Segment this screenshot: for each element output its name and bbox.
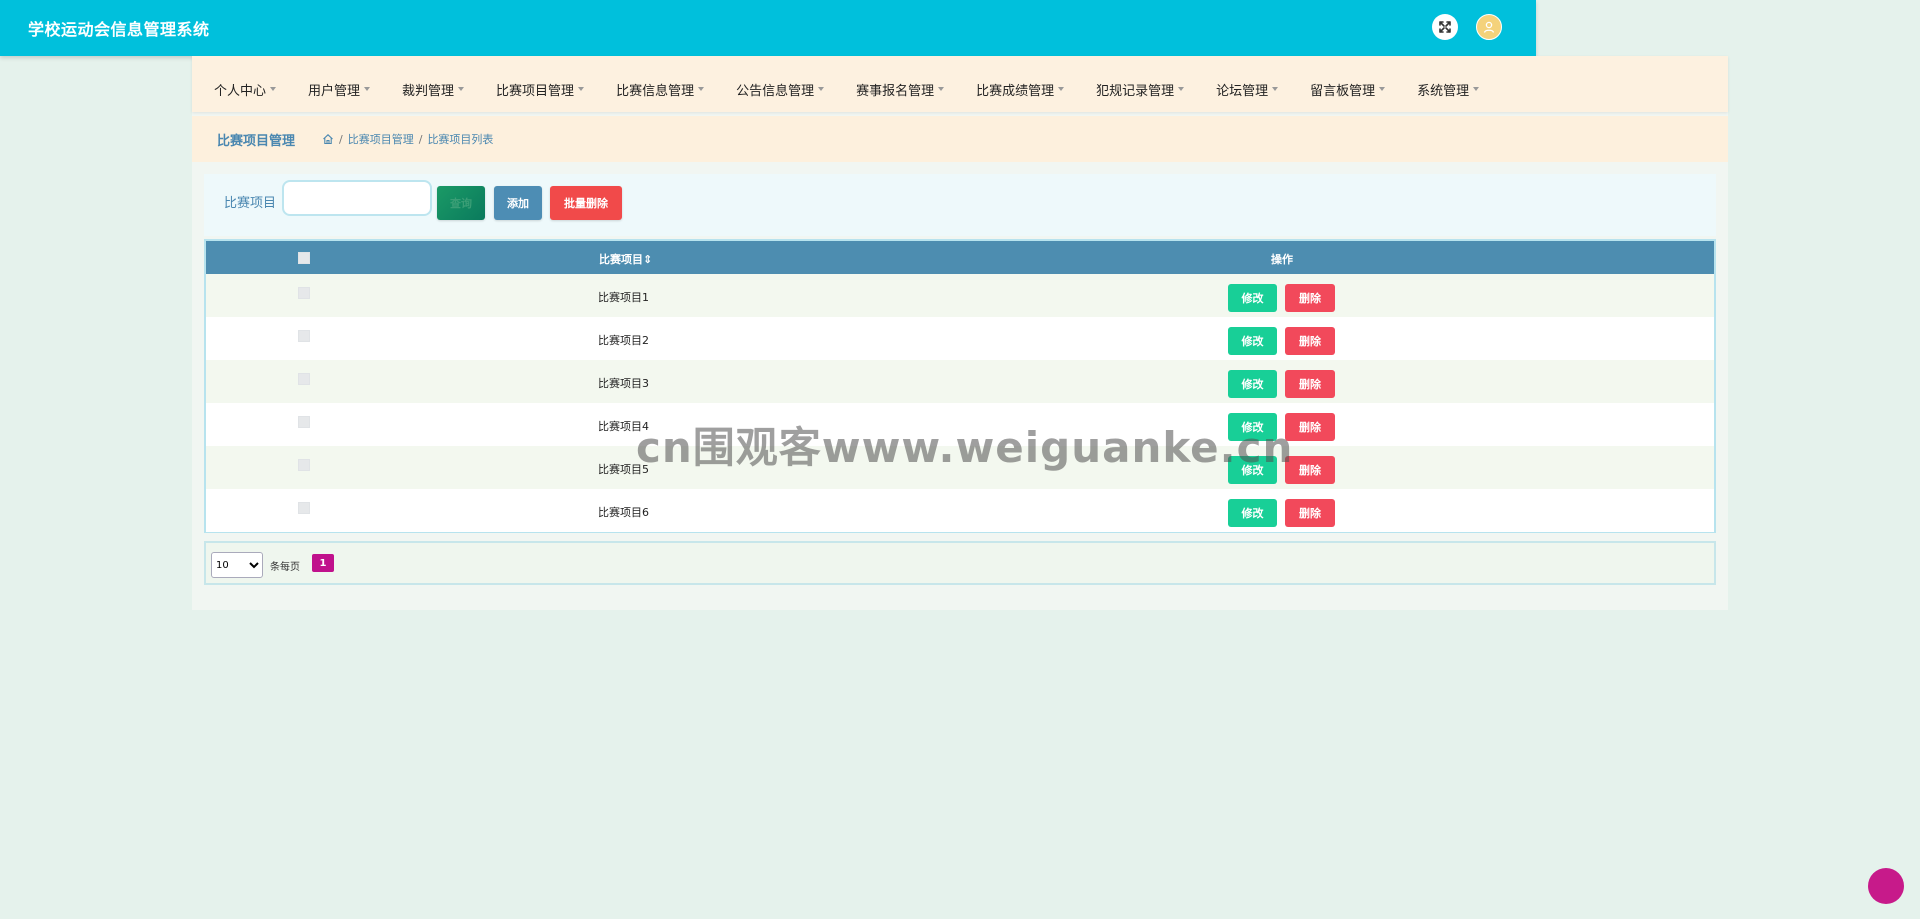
- nav-item-label: 个人中心: [214, 83, 267, 99]
- nav-item-user-management[interactable]: 用户管理: [308, 70, 371, 99]
- caret-down-icon: [1473, 87, 1480, 91]
- caret-down-icon: [578, 87, 585, 91]
- nav-item-label: 论坛管理: [1216, 83, 1269, 99]
- search-bar: 比赛项目 查询 添加 批量删除: [204, 174, 1716, 236]
- page-size-select[interactable]: 10: [211, 552, 263, 578]
- table-row: 比赛项目1 修改 删除: [206, 274, 1714, 317]
- floating-action-button[interactable]: [1868, 868, 1904, 904]
- batch-delete-button[interactable]: 批量删除: [550, 186, 622, 220]
- event-name-cell: 比赛项目1: [598, 291, 649, 304]
- delete-button[interactable]: 删除: [1285, 327, 1335, 355]
- nav-item-message-board-management[interactable]: 留言板管理: [1310, 70, 1386, 99]
- fullscreen-button[interactable]: [1432, 14, 1458, 40]
- edit-button[interactable]: 修改: [1228, 499, 1277, 527]
- page-number-current[interactable]: 1: [312, 554, 334, 572]
- delete-button[interactable]: 删除: [1285, 499, 1335, 527]
- edit-button[interactable]: 修改: [1228, 327, 1277, 355]
- breadcrumb-separator: /: [339, 132, 343, 146]
- column-header-name[interactable]: 比赛项目⇕: [599, 251, 652, 267]
- nav-item-label: 犯规记录管理: [1096, 83, 1175, 99]
- user-avatar[interactable]: [1476, 14, 1502, 40]
- column-header-label: 比赛项目: [599, 253, 643, 266]
- event-name-cell: 比赛项目3: [598, 377, 649, 390]
- table-header: 比赛项目⇕ 操作: [206, 241, 1714, 274]
- nav-item-label: 赛事报名管理: [856, 83, 935, 99]
- nav-item-label: 比赛成绩管理: [976, 83, 1055, 99]
- caret-down-icon: [364, 87, 371, 91]
- breadcrumb-separator: /: [418, 132, 423, 146]
- edit-button[interactable]: 修改: [1228, 284, 1277, 312]
- nav-item-label: 比赛项目管理: [496, 83, 575, 99]
- nav-item-score-management[interactable]: 比赛成绩管理: [976, 70, 1065, 99]
- row-checkbox[interactable]: [298, 373, 310, 385]
- main-panel: 个人中心 用户管理 裁判管理 比赛项目管理 比赛信息管理 公告信息管理 赛事报名…: [192, 56, 1728, 610]
- nav-item-referee-management[interactable]: 裁判管理: [402, 70, 465, 99]
- nav-item-forum-management[interactable]: 论坛管理: [1216, 70, 1279, 99]
- breadcrumb-item-event-management[interactable]: 比赛项目管理: [348, 131, 414, 147]
- top-header: 学校运动会信息管理系统: [0, 0, 1536, 56]
- nav-item-personal-center[interactable]: 个人中心: [214, 70, 277, 99]
- nav-item-label: 系统管理: [1417, 83, 1470, 99]
- nav-item-registration-management[interactable]: 赛事报名管理: [856, 70, 945, 99]
- query-button[interactable]: 查询: [437, 186, 485, 220]
- home-icon[interactable]: [322, 133, 334, 145]
- main-nav: 个人中心 用户管理 裁判管理 比赛项目管理 比赛信息管理 公告信息管理 赛事报名…: [192, 56, 1728, 112]
- caret-down-icon: [698, 87, 705, 91]
- table-row: 比赛项目6 修改 删除: [206, 489, 1714, 532]
- caret-down-icon: [938, 87, 945, 91]
- row-checkbox[interactable]: [298, 330, 310, 342]
- row-checkbox[interactable]: [298, 459, 310, 471]
- breadcrumb-item-event-list: 比赛项目列表: [427, 133, 494, 146]
- nav-item-foul-management[interactable]: 犯规记录管理: [1096, 70, 1185, 99]
- caret-down-icon: [818, 87, 825, 91]
- page-title: 比赛项目管理: [217, 134, 296, 149]
- per-page-label: 条每页: [270, 562, 300, 573]
- user-icon: [1483, 21, 1495, 33]
- app-title: 学校运动会信息管理系统: [28, 20, 210, 39]
- table-row: 比赛项目2 修改 删除: [206, 317, 1714, 360]
- nav-item-label: 比赛信息管理: [616, 83, 695, 99]
- caret-down-icon: [458, 87, 465, 91]
- nav-item-event-management[interactable]: 比赛项目管理: [496, 70, 585, 99]
- delete-button[interactable]: 删除: [1285, 370, 1335, 398]
- breadcrumb-bar: 比赛项目管理 / 比赛项目管理 / 比赛项目列表: [192, 116, 1728, 162]
- delete-button[interactable]: 删除: [1285, 284, 1335, 312]
- caret-down-icon: [1058, 87, 1065, 91]
- nav-item-label: 留言板管理: [1310, 83, 1376, 99]
- breadcrumb: / 比赛项目管理 / 比赛项目列表: [322, 131, 493, 147]
- row-checkbox[interactable]: [298, 416, 310, 428]
- event-name-cell: 比赛项目6: [598, 506, 649, 519]
- caret-down-icon: [1272, 87, 1279, 91]
- column-header-actions: 操作: [1271, 253, 1293, 266]
- caret-down-icon: [270, 87, 277, 91]
- event-name-cell: 比赛项目2: [598, 334, 649, 347]
- nav-item-notice-management[interactable]: 公告信息管理: [736, 70, 825, 99]
- select-all-checkbox[interactable]: [298, 252, 310, 264]
- fullscreen-icon: [1439, 21, 1451, 33]
- watermark-text: cn围观客www.weiguanke.cn: [636, 423, 1294, 472]
- pagination: 10 条每页 1: [204, 541, 1716, 585]
- search-label: 比赛项目: [224, 196, 277, 211]
- nav-item-label: 用户管理: [308, 83, 361, 99]
- row-checkbox[interactable]: [298, 287, 310, 299]
- row-checkbox[interactable]: [298, 502, 310, 514]
- nav-item-label: 公告信息管理: [736, 83, 815, 99]
- add-button[interactable]: 添加: [494, 186, 542, 220]
- caret-down-icon: [1379, 87, 1386, 91]
- nav-item-system-management[interactable]: 系统管理: [1417, 70, 1480, 99]
- table-row: 比赛项目3 修改 删除: [206, 360, 1714, 403]
- nav-item-label: 裁判管理: [402, 83, 455, 99]
- nav-item-match-info-management[interactable]: 比赛信息管理: [616, 70, 705, 99]
- data-table: 比赛项目⇕ 操作 比赛项目1 修改 删除 比赛项目2 修改 删除 比赛项目3 修…: [204, 239, 1716, 533]
- caret-down-icon: [1178, 87, 1185, 91]
- edit-button[interactable]: 修改: [1228, 370, 1277, 398]
- sort-icon[interactable]: ⇕: [643, 253, 652, 266]
- search-input[interactable]: [282, 180, 432, 216]
